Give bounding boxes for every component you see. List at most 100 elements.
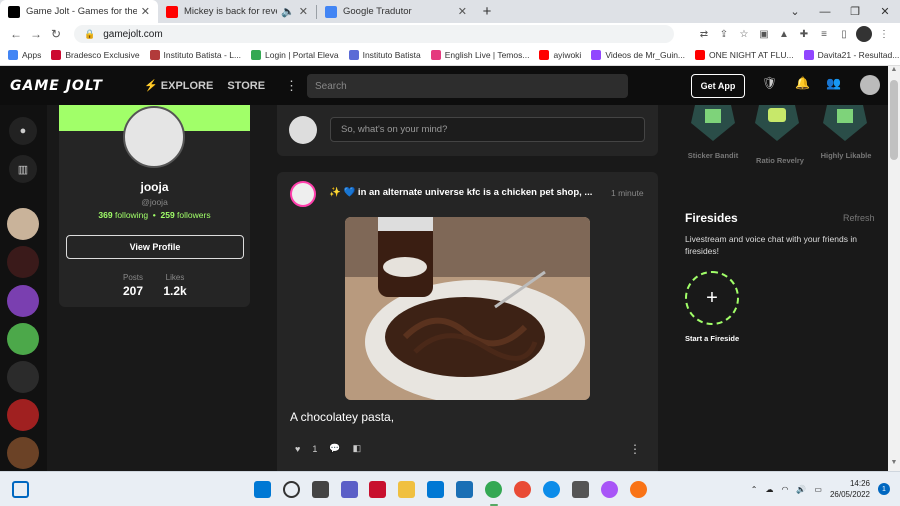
clock[interactable]: 14:26 26/05/2022 [830,478,870,500]
bookmark-item[interactable]: ONE NIGHT AT FLU... [695,50,794,60]
close-window-icon[interactable]: ✕ [870,0,900,23]
notification-badge[interactable]: 1 [878,483,890,495]
app-l-icon[interactable] [456,481,473,498]
scroll-up-icon[interactable]: ▲ [888,66,900,78]
bookmark-item[interactable]: Videos de Mr_Guin... [591,50,685,60]
app-icon[interactable] [514,481,531,498]
sticker-bandit-trophy-icon[interactable] [691,105,735,141]
sidebar-community-avatar[interactable] [7,208,39,240]
sticker-icon[interactable]: ◧ [353,443,362,454]
bookmark-item[interactable]: Instituto Batista - L... [149,50,241,60]
close-tab-icon[interactable]: ✕ [299,5,308,18]
like-heart-icon[interactable]: ♥ [295,444,300,454]
view-profile-button[interactable]: View Profile [66,235,244,259]
url-field[interactable]: 🔒 gamejolt.com [74,25,674,43]
file-explorer-icon[interactable] [398,481,415,498]
post-title[interactable]: ✨ 💙 in an alternate universe kfc is a ch… [329,187,604,198]
notifications-bell-icon[interactable]: 🔔 [795,76,810,90]
followers-label[interactable]: followers [177,210,211,220]
search-icon[interactable] [283,481,300,498]
nav-store-link[interactable]: STORE [227,80,265,92]
chrome-icon[interactable] [485,481,502,498]
extension-icon[interactable]: ▲ [776,26,792,42]
scroll-down-icon[interactable]: ▼ [888,459,900,471]
forward-icon[interactable]: → [26,27,46,41]
start-fireside-label[interactable]: Start a Fireside [685,334,739,343]
bookmark-item[interactable]: Instituto Batista [348,50,421,60]
sidebar-community-avatar[interactable] [7,246,39,278]
more-menu-icon[interactable]: ⋮ [285,78,298,94]
new-tab-button[interactable]: + [475,0,499,23]
sidebar-community-avatar[interactable] [7,285,39,317]
browser-tab-translate[interactable]: Google Tradutor ✕ [317,0,475,23]
extension-icon[interactable]: ▣ [756,26,772,42]
page-scrollbar[interactable]: ▲ ▼ [888,66,900,471]
bookmark-item[interactable]: ayiwoki [539,50,581,60]
task-view-icon[interactable] [312,481,329,498]
search-input[interactable]: Search [307,74,628,98]
like-count[interactable]: 1 [312,444,317,454]
get-app-button[interactable]: Get App [691,74,745,98]
reload-icon[interactable]: ↻ [46,27,66,41]
post-author-avatar[interactable] [290,181,316,207]
close-tab-icon[interactable]: ✕ [141,5,150,18]
tray-chevron-icon[interactable]: ⌃ [751,485,758,494]
quest-icon[interactable]: 🛡 [762,76,777,90]
friends-icon[interactable]: 👥 [826,76,841,90]
edge-icon[interactable] [543,481,560,498]
bookmark-item[interactable]: Login | Portal Eleva [251,50,339,60]
close-tab-icon[interactable]: ✕ [458,5,467,18]
highly-likable-trophy-icon[interactable] [823,105,867,141]
browser-tab-gamejolt[interactable]: Game Jolt - Games for the love o ✕ [0,0,158,23]
cloud-icon[interactable]: ☁ [765,485,773,494]
post-image[interactable] [345,217,590,400]
bookmark-item[interactable]: Bradesco Exclusive [51,50,140,60]
scrollbar-thumb[interactable] [890,80,898,160]
followers-count[interactable]: 259 [160,210,174,220]
nav-explore-link[interactable]: ⚡ EXPLORE [144,79,213,92]
maximize-icon[interactable]: ❐ [840,0,870,23]
share-icon[interactable]: ⇪ [716,26,732,42]
extensions-puzzle-icon[interactable]: ✚ [796,26,812,42]
start-windows-icon[interactable] [254,481,271,498]
camera-icon[interactable] [572,481,589,498]
sidebar-community-avatar[interactable] [7,437,39,469]
following-label[interactable]: following [115,210,148,220]
user-avatar[interactable] [860,75,880,95]
tab-search-icon[interactable]: ⌄ [780,0,810,23]
sidebar-library-icon[interactable]: ▥ [9,155,37,183]
reading-list-icon[interactable]: ≡ [816,26,832,42]
firesides-refresh-link[interactable]: Refresh [843,213,875,223]
bookmark-apps[interactable]: Apps [8,50,41,60]
volume-icon[interactable]: 🔊 [796,485,806,494]
bookmark-item[interactable]: English Live | Temos... [430,50,529,60]
mcafee-icon[interactable] [369,481,386,498]
app-icon[interactable] [630,481,647,498]
back-icon[interactable]: ← [6,27,26,41]
bookmark-star-icon[interactable]: ☆ [736,26,752,42]
sidebar-profile-icon[interactable]: ● [9,117,37,145]
battery-icon[interactable]: ▭ [814,485,822,494]
start-fireside-button[interactable]: + [685,271,739,325]
gamejolt-logo[interactable]: GAME JOLT [10,78,130,94]
sidebar-community-avatar[interactable] [7,361,39,393]
bookmark-item[interactable]: Davita21 - Resultad... [803,50,899,60]
sidepanel-icon[interactable]: ▯ [836,26,852,42]
composer-input[interactable]: So, what's on your mind? [330,117,645,142]
sidebar-community-avatar[interactable] [7,323,39,355]
translate-icon[interactable]: ⇄ [696,26,712,42]
mute-tab-icon[interactable]: 🔈 [281,5,295,18]
comment-icon[interactable]: 💬 [329,443,340,454]
post-more-icon[interactable]: ⋮ [629,442,641,456]
profile-name[interactable]: jooja [59,180,250,194]
following-count[interactable]: 369 [98,210,112,220]
chrome-menu-icon[interactable]: ⋮ [876,26,892,42]
browser-tab-youtube[interactable]: Mickey is back for revenge! 🔈 ✕ [158,0,316,23]
widgets-icon[interactable] [12,481,29,498]
teams-chat-icon[interactable] [341,481,358,498]
app-icon[interactable] [601,481,618,498]
minimize-icon[interactable]: — [810,0,840,23]
sidebar-community-avatar[interactable] [7,399,39,431]
wifi-icon[interactable]: ◠ [781,485,788,494]
chrome-profile-avatar[interactable] [856,26,872,42]
